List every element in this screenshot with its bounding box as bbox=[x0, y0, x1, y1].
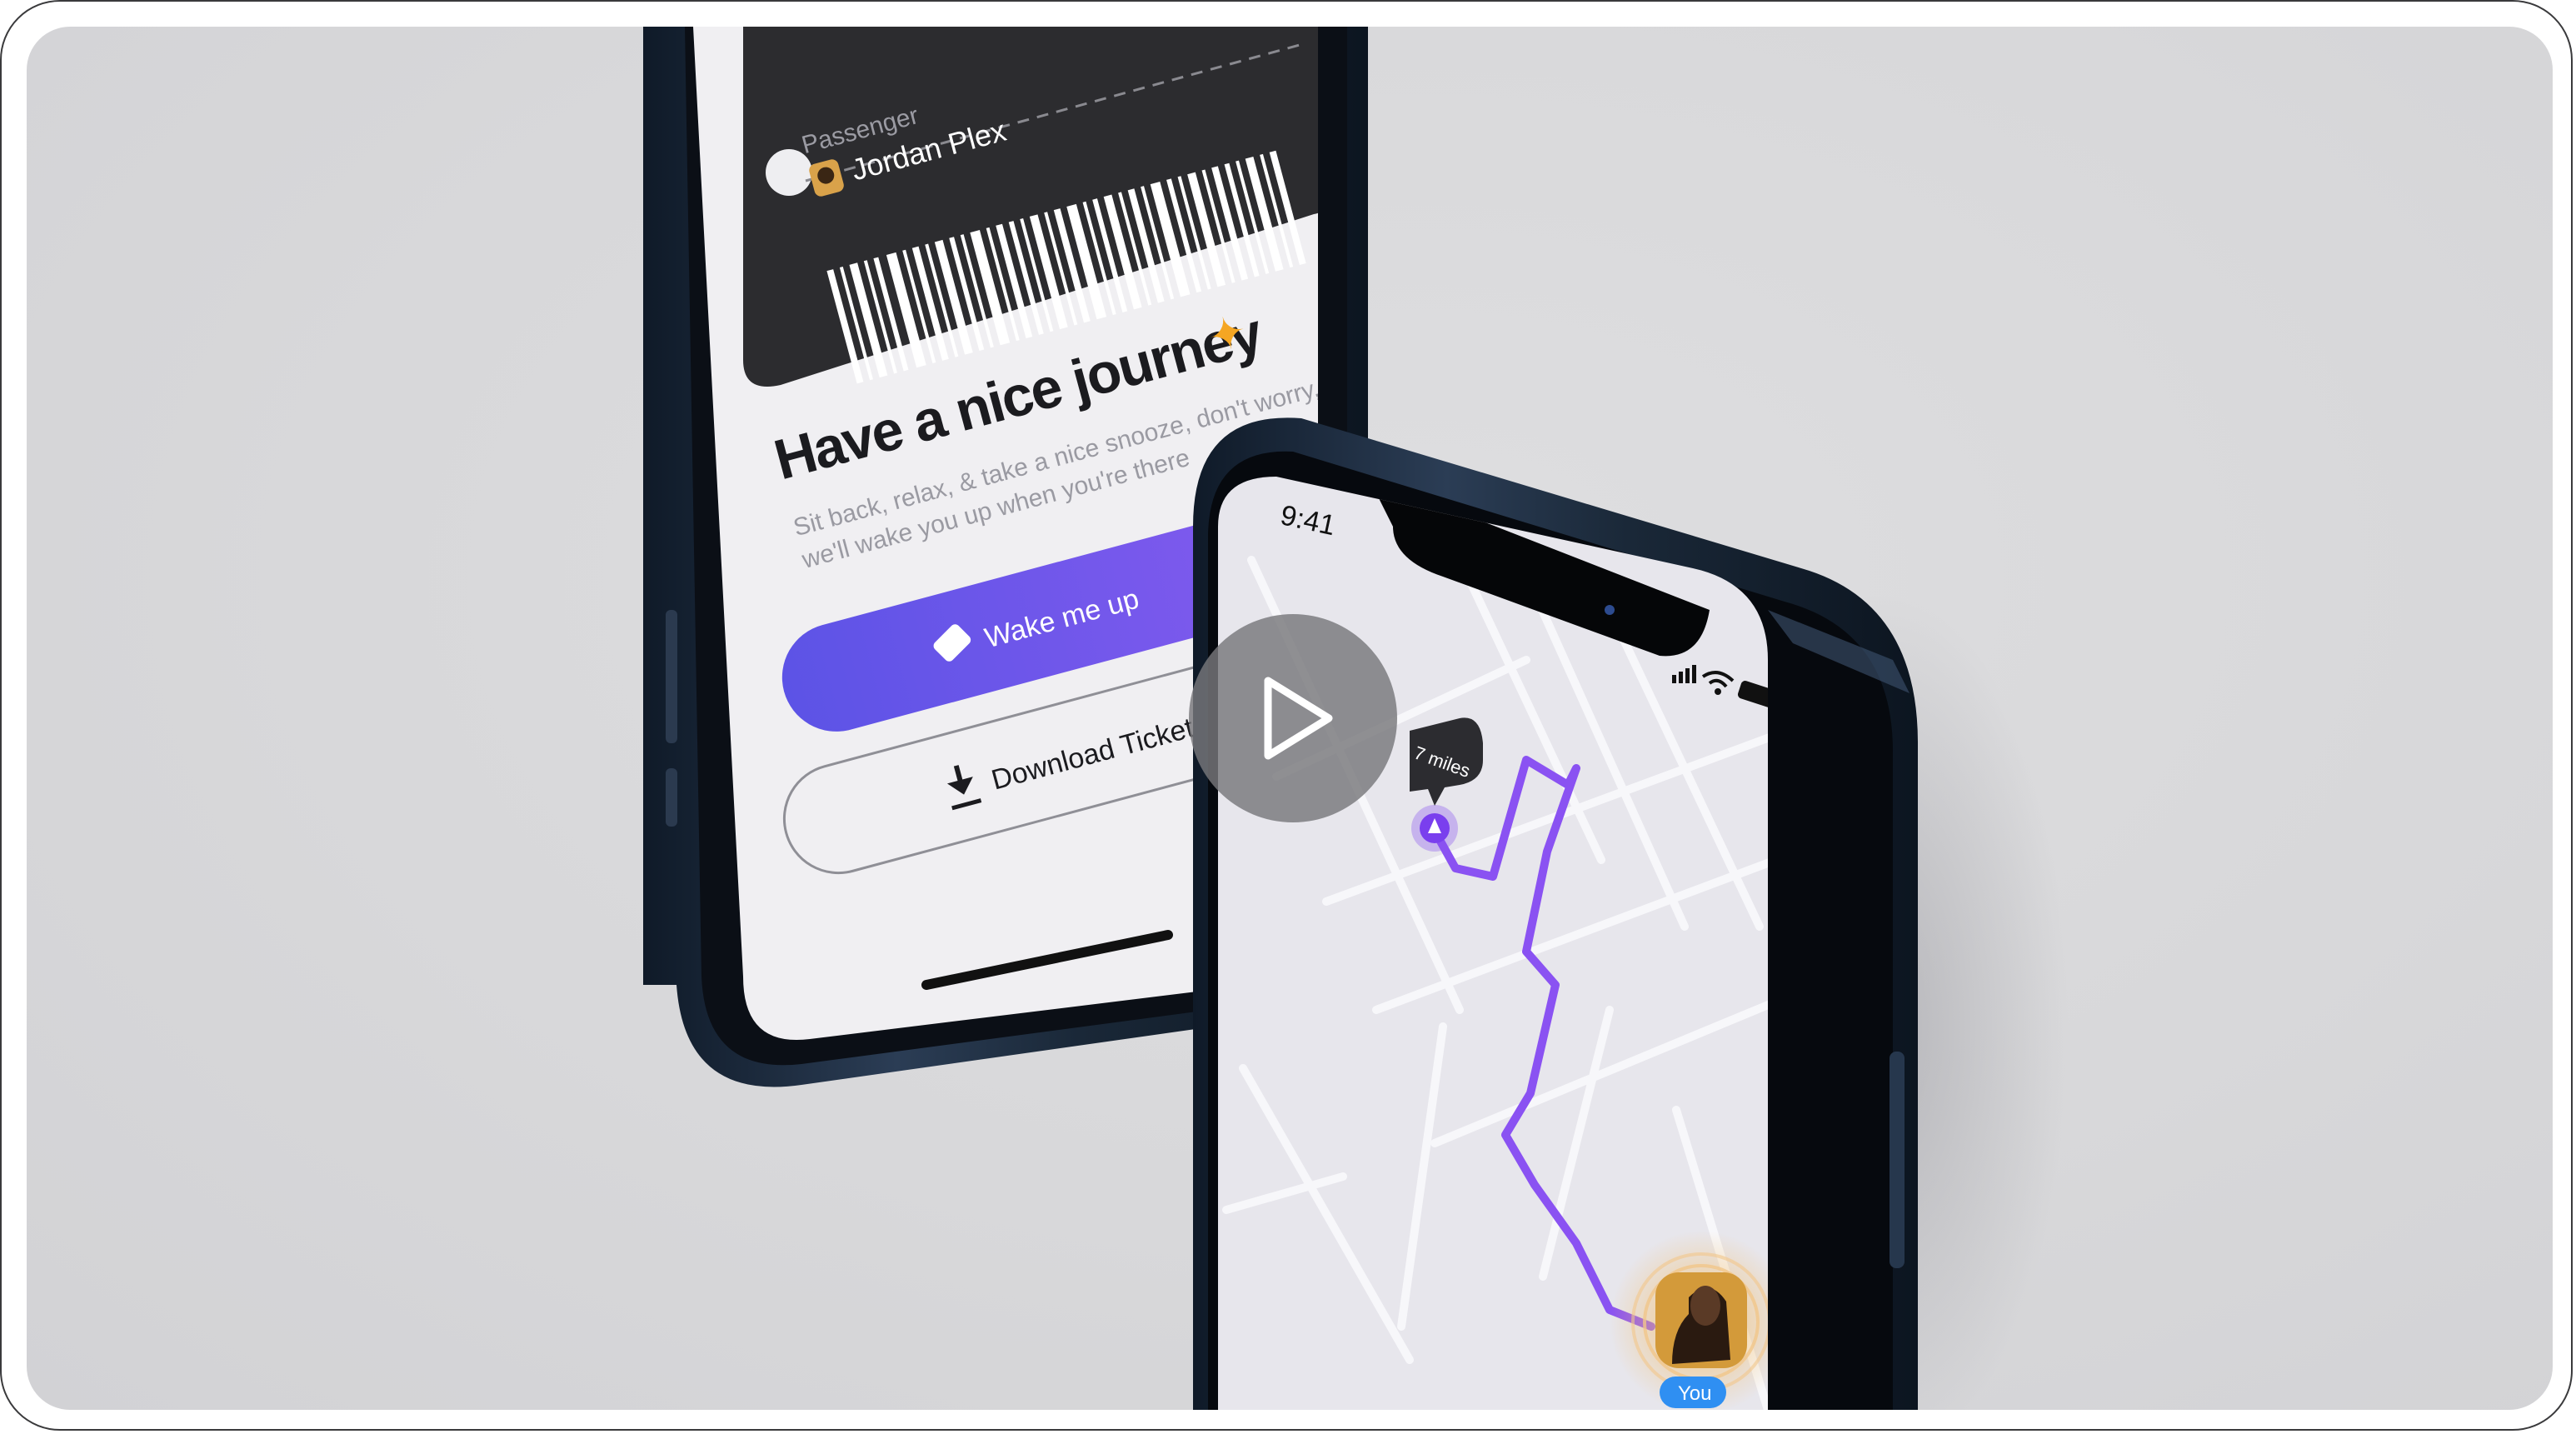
map-phone: 7 miles You 9:41 bbox=[1193, 417, 1918, 1410]
side-button[interactable] bbox=[666, 610, 677, 743]
user-location-marker[interactable]: You bbox=[1610, 1231, 1793, 1410]
side-button-small[interactable] bbox=[666, 768, 677, 827]
play-video-button[interactable] bbox=[1189, 614, 1397, 822]
video-thumbnail[interactable]: Passenger Jordan Plex Have a nice journe… bbox=[27, 27, 2553, 1410]
front-camera bbox=[1605, 605, 1615, 615]
map-phone-side-button[interactable] bbox=[1890, 1052, 1905, 1268]
start-location-marker[interactable] bbox=[1411, 805, 1458, 852]
video-card-frame: Passenger Jordan Plex Have a nice journe… bbox=[0, 0, 2573, 1431]
play-icon bbox=[1264, 677, 1333, 760]
you-badge-label: You bbox=[1678, 1382, 1712, 1405]
